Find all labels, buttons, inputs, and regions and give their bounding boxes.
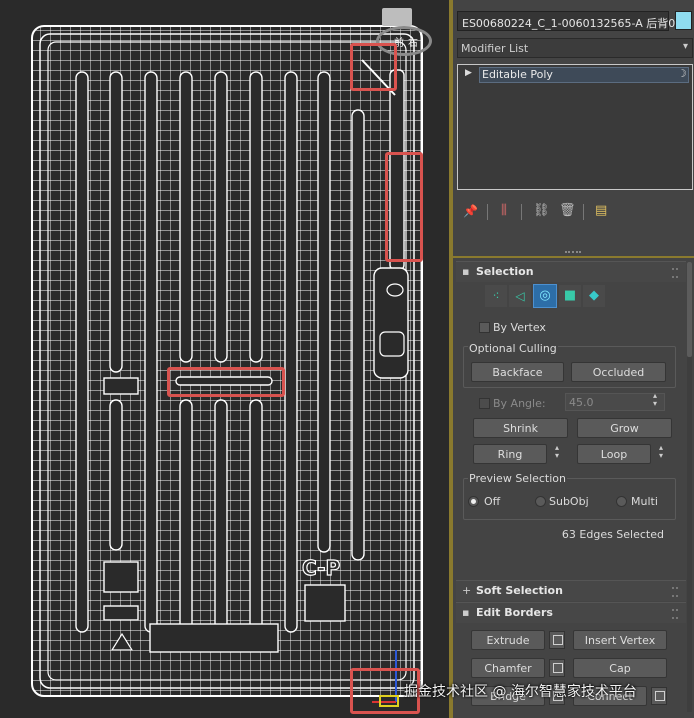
highlight-box-right-rail bbox=[385, 152, 423, 262]
selection-status: 63 Edges Selected bbox=[561, 528, 664, 541]
extrude-button[interactable]: Extrude bbox=[471, 630, 545, 650]
expand-triangle-icon[interactable]: ▶ bbox=[465, 68, 472, 78]
rollout-grip-icon bbox=[672, 268, 678, 278]
rollout-grip-icon bbox=[672, 609, 678, 619]
panel-top-edge bbox=[453, 256, 694, 258]
collapse-icon: ▪ bbox=[462, 265, 470, 278]
highlight-box-top-right bbox=[350, 43, 397, 91]
scrollbar-thumb[interactable] bbox=[687, 262, 692, 357]
chamfer-settings-button[interactable] bbox=[549, 659, 565, 677]
object-color-swatch[interactable] bbox=[675, 11, 692, 30]
border-level-button[interactable]: ◎ bbox=[533, 284, 557, 308]
vertex-level-button[interactable]: ⁖ bbox=[485, 285, 507, 307]
collapse-icon: ▪ bbox=[462, 606, 470, 619]
highlight-box-slot bbox=[167, 367, 285, 397]
backface-button[interactable]: Backface bbox=[471, 362, 564, 382]
toolbar-separator bbox=[521, 204, 522, 220]
make-unique-icon[interactable]: ⛓ bbox=[533, 203, 550, 218]
viewcube-right-label: 右 bbox=[408, 38, 418, 49]
modifier-stack[interactable]: ▶ Editable Poly ☽ bbox=[457, 64, 693, 190]
viewport[interactable]: 前 右 C-P bbox=[0, 0, 449, 718]
preview-off-label: Off bbox=[484, 495, 501, 508]
grow-button[interactable]: Grow bbox=[577, 418, 672, 438]
lightbulb-icon[interactable]: ☽ bbox=[677, 67, 687, 80]
pin-icon[interactable]: 📌 bbox=[463, 204, 478, 218]
configure-modifier-sets-icon[interactable]: ▤ bbox=[595, 203, 607, 218]
stack-item-editable-poly[interactable]: ▶ Editable Poly ☽ bbox=[459, 66, 691, 84]
toolbar-separator bbox=[583, 204, 584, 220]
modifier-list-label: Modifier List bbox=[461, 42, 529, 55]
optional-culling-label: Optional Culling bbox=[468, 342, 558, 355]
element-level-button[interactable]: ◆ bbox=[583, 285, 605, 307]
object-name-text: ES00680224_C_1-0060132565-A 后背010 bbox=[462, 17, 690, 30]
watermark: 掘金技术社区 @ 海尔智慧家技术平台 bbox=[404, 684, 637, 700]
ring-spinner[interactable] bbox=[553, 443, 565, 462]
by-angle-label: By Angle: bbox=[493, 397, 546, 410]
rollout-grip-icon bbox=[672, 587, 678, 597]
by-vertex-checkbox[interactable] bbox=[479, 322, 490, 333]
modifier-list-dropdown[interactable]: Modifier List ▾ bbox=[457, 38, 693, 58]
preview-selection-label: Preview Selection bbox=[468, 472, 568, 485]
polygon-level-button[interactable]: ■ bbox=[559, 285, 581, 307]
connect-settings-button[interactable] bbox=[651, 687, 667, 705]
preview-subobj-label: SubObj bbox=[549, 495, 589, 508]
toolbar-separator bbox=[487, 204, 488, 220]
extrude-settings-button[interactable] bbox=[549, 631, 565, 649]
show-end-result-icon[interactable]: ⫼ bbox=[501, 203, 507, 218]
preview-multi-radio[interactable] bbox=[616, 496, 627, 507]
cap-button[interactable]: Cap bbox=[573, 658, 667, 678]
subobject-level-bar: ⁖ ◁ ◎ ■ ◆ bbox=[483, 284, 613, 308]
viewcube-home-icon[interactable] bbox=[382, 8, 412, 26]
panel-scrollbar[interactable] bbox=[687, 262, 692, 712]
selection-title: Selection bbox=[476, 265, 534, 278]
chamfer-button[interactable]: Chamfer bbox=[471, 658, 545, 678]
angle-spinner[interactable] bbox=[651, 391, 663, 410]
mesh-wireframe bbox=[31, 25, 423, 707]
remove-modifier-icon[interactable]: 🗑 bbox=[559, 203, 576, 218]
by-vertex-label: By Vertex bbox=[493, 321, 546, 334]
occluded-button[interactable]: Occluded bbox=[571, 362, 666, 382]
selection-rollout-header[interactable]: ▪ Selection bbox=[456, 261, 686, 282]
preview-off-radio[interactable] bbox=[468, 496, 479, 507]
ring-button[interactable]: Ring bbox=[473, 444, 547, 464]
preview-subobj-radio[interactable] bbox=[535, 496, 546, 507]
soft-selection-rollout-header[interactable]: + Soft Selection bbox=[456, 580, 686, 601]
angle-value: 45.0 bbox=[569, 396, 594, 409]
chevron-down-icon: ▾ bbox=[682, 41, 688, 52]
loop-spinner[interactable] bbox=[657, 443, 669, 462]
edge-level-button[interactable]: ◁ bbox=[509, 285, 531, 307]
stack-toolbar: 📌 ⫼ ⛓ 🗑 ▤ bbox=[457, 202, 693, 222]
mesh-label: C-P bbox=[301, 555, 341, 580]
angle-input[interactable]: 45.0 bbox=[565, 391, 665, 411]
by-angle-checkbox[interactable] bbox=[479, 398, 490, 409]
edit-borders-rollout-header[interactable]: ▪ Edit Borders bbox=[456, 602, 686, 623]
soft-selection-title: Soft Selection bbox=[476, 584, 563, 597]
loop-button[interactable]: Loop bbox=[577, 444, 651, 464]
expand-icon: + bbox=[462, 584, 472, 597]
edit-borders-title: Edit Borders bbox=[476, 606, 553, 619]
command-panel: ES00680224_C_1-0060132565-A 后背010 Modifi… bbox=[453, 0, 694, 718]
stack-item-label: Editable Poly bbox=[482, 68, 553, 81]
insert-vertex-button[interactable]: Insert Vertex bbox=[573, 630, 667, 650]
shrink-button[interactable]: Shrink bbox=[473, 418, 568, 438]
preview-multi-label: Multi bbox=[631, 495, 658, 508]
object-name-field[interactable]: ES00680224_C_1-0060132565-A 后背010 bbox=[457, 11, 689, 31]
